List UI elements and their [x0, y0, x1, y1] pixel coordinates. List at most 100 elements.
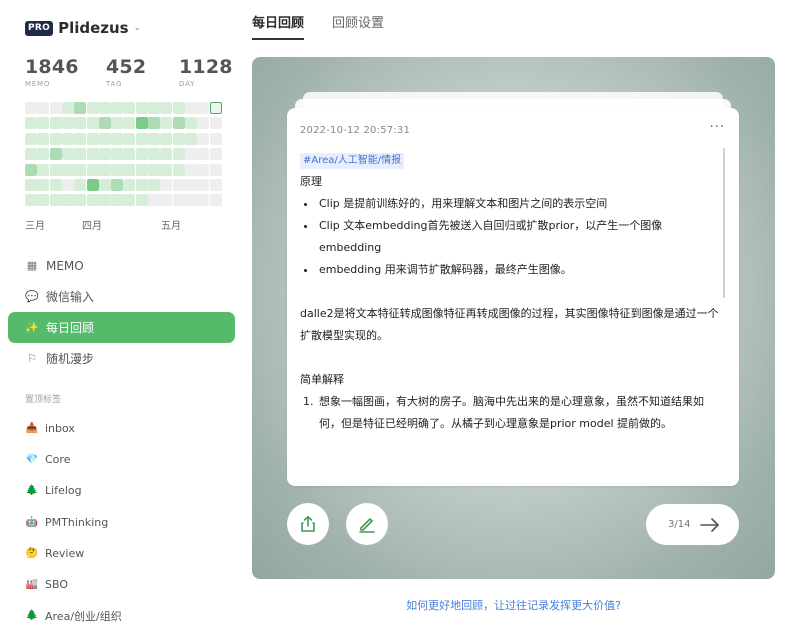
heatmap-cell[interactable] — [123, 194, 136, 207]
heatmap-cell[interactable] — [135, 102, 148, 114]
heatmap-cell[interactable] — [25, 163, 37, 176]
heatmap-cell[interactable] — [209, 194, 222, 207]
heatmap-cell[interactable] — [74, 194, 87, 207]
heatmap-cell[interactable] — [209, 179, 222, 191]
tag-item-core[interactable]: 💎 Core — [25, 444, 235, 475]
edit-button[interactable] — [346, 503, 388, 545]
heatmap-cell[interactable] — [49, 194, 62, 207]
heatmap-cell[interactable] — [184, 163, 197, 176]
heatmap-cell[interactable] — [49, 132, 62, 145]
heatmap-cell[interactable] — [86, 102, 99, 114]
heatmap-cell[interactable] — [61, 148, 74, 161]
heatmap-cell[interactable] — [184, 117, 197, 130]
heatmap-cell[interactable] — [172, 132, 185, 145]
memo-tag[interactable]: #Area/人工智能/情报 — [300, 153, 405, 169]
heatmap-cell[interactable] — [49, 117, 62, 130]
heatmap-cell[interactable] — [74, 102, 87, 114]
heatmap-cell[interactable] — [123, 117, 136, 130]
heatmap-cell[interactable] — [49, 163, 62, 176]
share-button[interactable] — [287, 503, 329, 545]
tag-item-review[interactable]: 🤔 Review — [25, 538, 235, 569]
heatmap-cell[interactable] — [25, 132, 37, 145]
heatmap-cell[interactable] — [184, 102, 197, 114]
heatmap-cell[interactable] — [111, 117, 124, 130]
heatmap-cell[interactable] — [172, 148, 185, 161]
nav-item-memo[interactable]: ▦ MEMO — [8, 250, 235, 281]
heatmap-cell[interactable] — [160, 102, 173, 114]
heatmap-cell[interactable] — [61, 163, 74, 176]
heatmap-cell[interactable] — [98, 132, 111, 145]
heatmap-cell[interactable] — [197, 163, 210, 176]
heatmap-cell[interactable] — [61, 179, 74, 191]
review-tips-link[interactable]: 如何更好地回顾，让过往记录发挥更大价值? — [252, 597, 775, 613]
heatmap-cell[interactable] — [184, 179, 197, 191]
heatmap-cell[interactable] — [123, 148, 136, 161]
next-page-button[interactable]: 3/14 — [646, 504, 739, 545]
heatmap-cell[interactable] — [148, 102, 160, 114]
heatmap-cell[interactable] — [148, 117, 160, 130]
heatmap-cell[interactable] — [209, 117, 222, 130]
heatmap-cell[interactable] — [74, 148, 87, 161]
heatmap-cell[interactable] — [98, 148, 111, 161]
heatmap-cell[interactable] — [61, 102, 74, 114]
heatmap-cell[interactable] — [74, 117, 87, 130]
heatmap-cell[interactable] — [98, 117, 111, 130]
heatmap-cell[interactable] — [184, 194, 197, 207]
heatmap-cell[interactable] — [37, 163, 50, 176]
heatmap-cell[interactable] — [172, 179, 185, 191]
heatmap-cell[interactable] — [160, 194, 173, 207]
heatmap-cell[interactable] — [25, 102, 37, 114]
heatmap-cell[interactable] — [98, 179, 111, 191]
heatmap-cell[interactable] — [25, 194, 37, 207]
heatmap-cell[interactable] — [86, 163, 99, 176]
heatmap-cell[interactable] — [172, 102, 185, 114]
heatmap-cell[interactable] — [111, 179, 124, 191]
tag-item-area-startup-org[interactable]: 🌲 Area/创业/组织 — [25, 600, 235, 631]
tag-item-inbox[interactable]: 📥 inbox — [25, 413, 235, 444]
heatmap-cell[interactable] — [135, 194, 148, 207]
heatmap-cell[interactable] — [49, 148, 62, 161]
heatmap-cell[interactable] — [37, 148, 50, 161]
heatmap-cell[interactable] — [86, 194, 99, 207]
heatmap-cell[interactable] — [37, 117, 50, 130]
heatmap-cell[interactable] — [25, 179, 37, 191]
heatmap-cell[interactable] — [197, 194, 210, 207]
heatmap-cell[interactable] — [135, 163, 148, 176]
heatmap-cell[interactable] — [86, 179, 99, 191]
heatmap-cell[interactable] — [160, 163, 173, 176]
heatmap-cell[interactable] — [49, 102, 62, 114]
heatmap-cell[interactable] — [111, 148, 124, 161]
heatmap-cell[interactable] — [209, 163, 222, 176]
heatmap-cell[interactable] — [123, 163, 136, 176]
heatmap-cell[interactable] — [74, 163, 87, 176]
heatmap-cell[interactable] — [111, 163, 124, 176]
heatmap-cell[interactable] — [160, 132, 173, 145]
heatmap-cell[interactable] — [172, 163, 185, 176]
heatmap-cell[interactable] — [197, 179, 210, 191]
nav-item-daily-review[interactable]: ✨ 每日回顾 — [8, 312, 235, 343]
heatmap-cell[interactable] — [135, 132, 148, 145]
heatmap-cell[interactable] — [61, 132, 74, 145]
heatmap-cell[interactable] — [98, 102, 111, 114]
nav-item-wechat-input[interactable]: 💬 微信输入 — [8, 281, 235, 312]
heatmap-cell[interactable] — [74, 132, 87, 145]
heatmap-cell[interactable] — [61, 117, 74, 130]
heatmap-cell[interactable] — [86, 117, 99, 130]
heatmap-cell[interactable] — [37, 102, 50, 114]
heatmap-cell[interactable] — [160, 148, 173, 161]
heatmap-cell[interactable] — [148, 194, 160, 207]
heatmap-cell[interactable] — [37, 179, 50, 191]
nav-item-random-walk[interactable]: ⚐ 随机漫步 — [8, 343, 235, 374]
heatmap-cell[interactable] — [86, 148, 99, 161]
heatmap-cell[interactable] — [148, 132, 160, 145]
tag-item-sbo[interactable]: 🏭 SBO — [25, 569, 235, 600]
heatmap-cell[interactable] — [197, 117, 210, 130]
heatmap-cell[interactable] — [197, 148, 210, 161]
heatmap-cell[interactable] — [123, 102, 136, 114]
heatmap-cell[interactable] — [209, 148, 222, 161]
heatmap-cell[interactable] — [86, 132, 99, 145]
heatmap-cell[interactable] — [37, 132, 50, 145]
heatmap-cell[interactable] — [197, 102, 210, 114]
heatmap-cell[interactable] — [148, 148, 160, 161]
heatmap-cell[interactable] — [135, 179, 148, 191]
